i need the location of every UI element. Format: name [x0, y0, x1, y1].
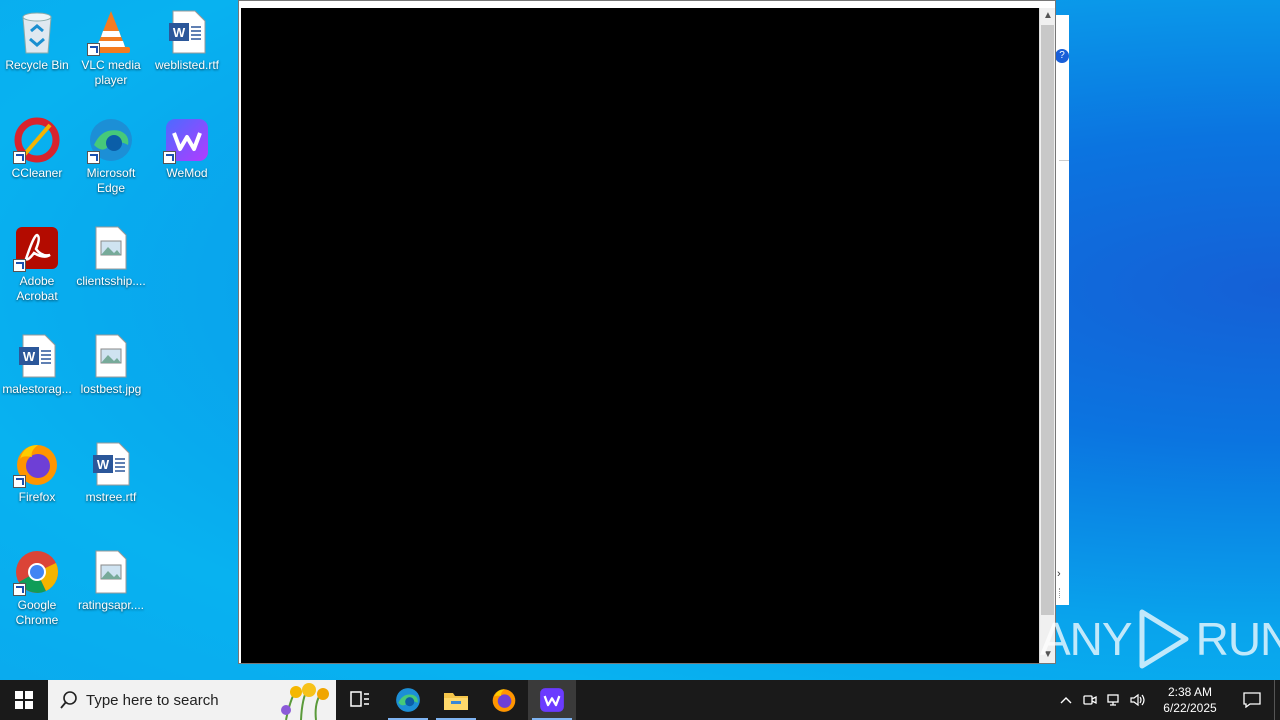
svg-text:W: W — [97, 457, 110, 472]
edge-icon — [396, 688, 420, 712]
desktop-icon-label: ratingsapr.... — [77, 598, 145, 612]
chrome-icon — [13, 548, 61, 596]
taskbar-clock[interactable]: 2:38 AM 6/22/2025 — [1154, 680, 1226, 720]
desktop-icon-ratingsapr[interactable]: ratingsapr.... — [74, 548, 148, 613]
desktop-icon-wemod[interactable]: WeMod — [150, 116, 224, 181]
taskbar-search-box[interactable]: Type here to search — [48, 680, 336, 720]
ccleaner-icon — [13, 116, 61, 164]
svg-text:W: W — [23, 349, 36, 364]
help-icon[interactable]: ? — [1055, 49, 1069, 63]
vertical-scrollbar[interactable]: ▲ ▼ — [1039, 8, 1055, 663]
volume-icon[interactable] — [1126, 680, 1150, 720]
desktop-icon-label: Microsoft Edge — [86, 166, 136, 195]
word-doc-icon: W — [13, 332, 61, 380]
taskbar: Type here to search 2:38 AM 6/22/2025 — [0, 680, 1280, 720]
clock-date: 6/22/2025 — [1163, 701, 1217, 715]
shortcut-arrow-icon — [13, 475, 26, 488]
meet-now-icon[interactable] — [1078, 680, 1102, 720]
shortcut-arrow-icon — [163, 151, 176, 164]
desktop-icon-label: lostbest.jpg — [80, 382, 142, 396]
word-doc-icon: W — [163, 8, 211, 56]
desktop-icon-label: Firefox — [18, 490, 56, 504]
image-file-icon — [87, 332, 135, 380]
vlc-icon — [87, 8, 135, 56]
acrobat-icon — [13, 224, 61, 272]
taskbar-edge[interactable] — [384, 680, 432, 720]
app-window[interactable]: ▲ ▼ — [238, 0, 1056, 664]
image-file-icon — [87, 548, 135, 596]
watermark-text-left: ANY — [1040, 613, 1133, 665]
chevron-right-icon[interactable]: › — [1057, 568, 1061, 580]
show-hidden-icons-chevron-up-icon[interactable] — [1054, 680, 1078, 720]
clock-time: 2:38 AM — [1167, 685, 1213, 699]
taskbar-wemod[interactable] — [528, 680, 576, 720]
shortcut-arrow-icon — [87, 151, 100, 164]
black-content-area[interactable] — [241, 8, 1039, 663]
desktop-icon-firefox[interactable]: Firefox — [0, 440, 74, 505]
desktop-icon-label: mstree.rtf — [85, 490, 137, 504]
desktop-icon-label: Adobe Acrobat — [16, 274, 58, 303]
desktop-icon-acrobat[interactable]: Adobe Acrobat — [0, 224, 74, 304]
watermark-text-right: RUN — [1195, 613, 1280, 665]
shortcut-arrow-icon — [13, 151, 26, 164]
play-logo-icon — [1139, 609, 1189, 669]
edge-icon — [87, 116, 135, 164]
word-doc-icon: W — [87, 440, 135, 488]
show-desktop-button[interactable] — [1274, 680, 1280, 720]
action-center-button[interactable] — [1230, 680, 1274, 720]
image-file-icon — [87, 224, 135, 272]
desktop-icon-label: CCleaner — [11, 166, 63, 180]
taskbar-file-explorer[interactable] — [432, 680, 480, 720]
file-explorer-icon — [444, 693, 468, 710]
desktop-icon-recycle-bin[interactable]: Recycle Bin — [0, 8, 74, 73]
desktop-icon-ccleaner[interactable]: CCleaner — [0, 116, 74, 181]
search-highlight-flowers-icon — [281, 683, 329, 720]
desktop: Recycle Bin VLC media player W weblisted… — [0, 0, 1280, 680]
start-button[interactable] — [0, 680, 48, 720]
notification-icon — [1243, 692, 1261, 708]
desktop-icon-label: Google Chrome — [15, 598, 59, 627]
shortcut-arrow-icon — [87, 43, 100, 56]
task-view-button[interactable] — [336, 680, 384, 720]
wemod-icon — [540, 688, 564, 712]
desktop-icon-label: malestorag... — [2, 382, 72, 396]
desktop-icon-label: weblisted.rtf — [154, 58, 220, 72]
desktop-icon-lostbest[interactable]: lostbest.jpg — [74, 332, 148, 397]
desktop-icon-edge[interactable]: Microsoft Edge — [74, 116, 148, 196]
desktop-icon-clientsship[interactable]: clientsship.... — [74, 224, 148, 289]
search-icon — [60, 691, 77, 709]
network-icon[interactable] — [1102, 680, 1126, 720]
desktop-icon-label: VLC media player — [81, 58, 141, 87]
windows-logo-icon — [15, 691, 33, 709]
desktop-icon-mstree[interactable]: W mstree.rtf — [74, 440, 148, 505]
taskbar-firefox[interactable] — [480, 680, 528, 720]
shortcut-arrow-icon — [13, 259, 26, 272]
desktop-icon-label: Recycle Bin — [5, 58, 69, 72]
desktop-icon-malestorag[interactable]: W malestorag... — [0, 332, 74, 397]
desktop-icon-label: clientsship.... — [76, 274, 146, 288]
desktop-icon-vlc[interactable]: VLC media player — [74, 8, 148, 88]
search-placeholder: Type here to search — [86, 691, 219, 709]
firefox-icon — [492, 689, 516, 712]
divider — [1059, 160, 1069, 161]
anyrun-watermark: ANY RUN — [1040, 608, 1280, 670]
wemod-icon — [163, 116, 211, 164]
firefox-icon — [13, 440, 61, 488]
resize-grip-icon[interactable] — [1059, 588, 1066, 598]
shortcut-arrow-icon — [13, 583, 26, 596]
scroll-thumb[interactable] — [1041, 25, 1054, 615]
recycle-bin-icon — [13, 8, 61, 56]
desktop-icon-label: WeMod — [166, 166, 208, 180]
desktop-icon-weblisted[interactable]: W weblisted.rtf — [150, 8, 224, 73]
scroll-up-icon[interactable]: ▲ — [1040, 8, 1056, 24]
desktop-icon-chrome[interactable]: Google Chrome — [0, 548, 74, 628]
system-tray: 2:38 AM 6/22/2025 — [1054, 680, 1280, 720]
svg-text:W: W — [173, 25, 186, 40]
task-view-icon — [350, 691, 369, 707]
